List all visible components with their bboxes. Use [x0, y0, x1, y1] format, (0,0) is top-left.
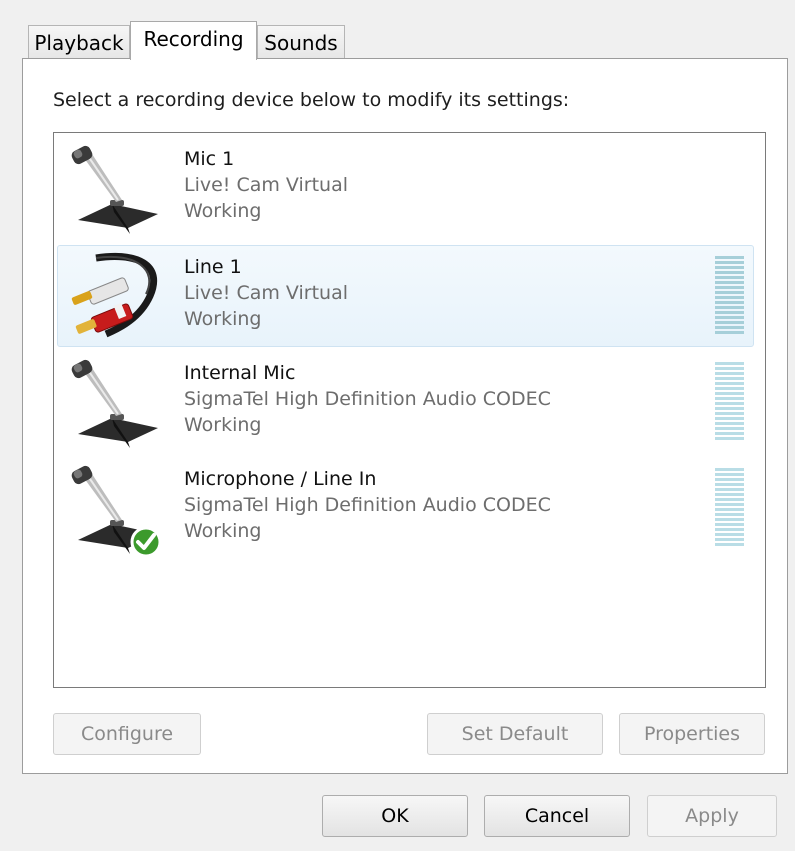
tab-playback[interactable]: Playback: [28, 25, 130, 59]
device-status: Working: [184, 520, 262, 542]
microphone-icon: [71, 145, 158, 234]
device-name: Internal Mic: [184, 362, 296, 384]
device-driver: SigmaTel High Definition Audio CODEC: [184, 388, 551, 410]
device-status: Working: [184, 414, 262, 436]
cancel-button[interactable]: Cancel: [484, 795, 630, 837]
ok-button[interactable]: OK: [322, 795, 468, 837]
device-driver: SigmaTel High Definition Audio CODEC: [184, 494, 551, 516]
apply-button[interactable]: Apply: [647, 795, 777, 837]
device-driver: Live! Cam Virtual: [184, 174, 348, 196]
device-name: Microphone / Line In: [184, 468, 377, 490]
level-meter: [715, 362, 744, 442]
device-name: Line 1: [184, 256, 242, 278]
configure-button[interactable]: Configure: [53, 713, 201, 755]
device-item-internal-mic[interactable]: Internal Mic SigmaTel High Definition Au…: [57, 351, 754, 453]
device-item-mic-1[interactable]: Mic 1 Live! Cam Virtual Working: [57, 137, 754, 239]
level-meter: [715, 468, 744, 548]
properties-button[interactable]: Properties: [619, 713, 765, 755]
recording-tab-panel: Select a recording device below to modif…: [22, 58, 788, 774]
tab-recording[interactable]: Recording: [130, 21, 257, 60]
microphone-default-icon: [71, 465, 162, 558]
instruction-text: Select a recording device below to modif…: [53, 89, 570, 111]
microphone-icon: [71, 359, 158, 448]
set-default-button[interactable]: Set Default: [427, 713, 603, 755]
device-name: Mic 1: [184, 148, 235, 170]
device-list[interactable]: Mic 1 Live! Cam Virtual Working Line 1 L…: [53, 132, 766, 688]
device-status: Working: [184, 308, 262, 330]
rca-cable-icon: [71, 253, 158, 338]
device-item-line-1[interactable]: Line 1 Live! Cam Virtual Working: [57, 245, 754, 347]
device-item-microphone-line-in[interactable]: Microphone / Line In SigmaTel High Defin…: [57, 457, 754, 559]
tab-strip: Playback Recording Sounds: [28, 21, 768, 60]
device-status: Working: [184, 200, 262, 222]
level-meter: [715, 256, 744, 336]
device-driver: Live! Cam Virtual: [184, 282, 348, 304]
tab-sounds[interactable]: Sounds: [257, 25, 345, 59]
window-edge: [0, 0, 6, 851]
